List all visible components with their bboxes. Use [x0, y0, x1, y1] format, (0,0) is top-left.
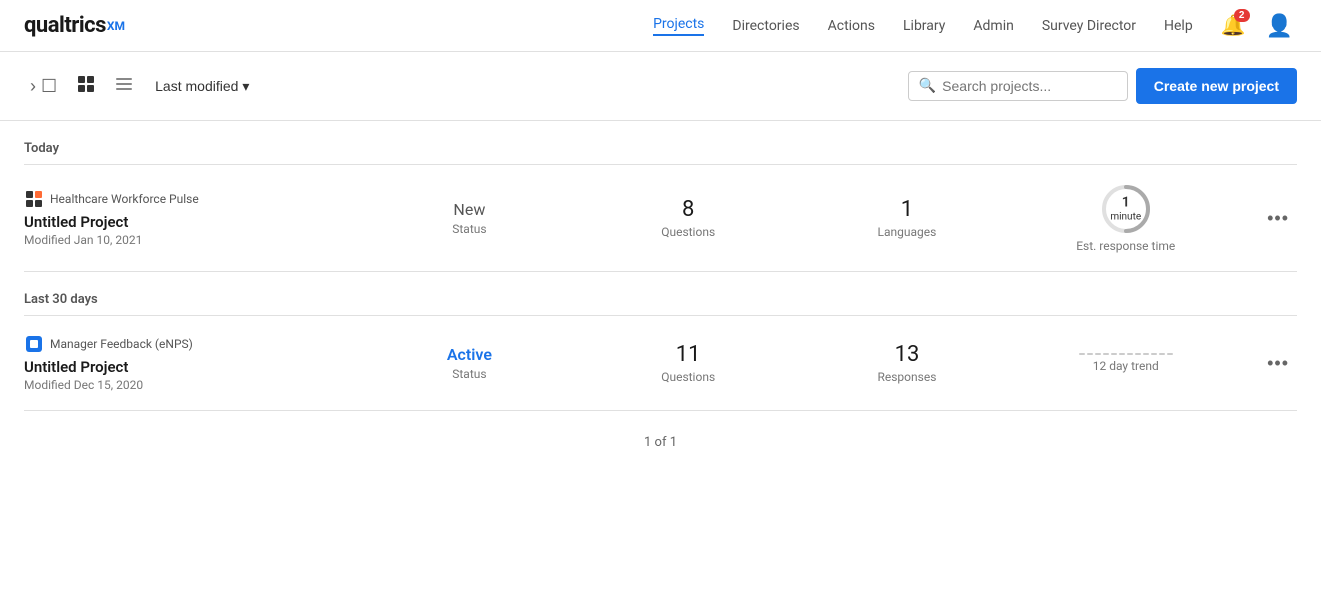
project-type: Healthcare Workforce Pulse [24, 189, 344, 209]
trend-label: 12 day trend [1093, 359, 1159, 373]
section-label: Last 30 days [24, 272, 1297, 315]
response-circle: 1minute [1100, 183, 1152, 235]
sort-label: Last modified [155, 78, 238, 94]
nav-link-library[interactable]: Library [903, 18, 945, 34]
project-type-label: Healthcare Workforce Pulse [50, 192, 199, 206]
search-input[interactable] [942, 78, 1117, 94]
stat-item: New Status [360, 200, 579, 235]
project-stats: Active Status11 Questions13 Responses 12 day… [360, 342, 1235, 384]
avatar-button[interactable]: 👤 [1262, 9, 1297, 43]
section-label: Today [24, 121, 1297, 164]
nav-link-projects[interactable]: Projects [653, 16, 704, 36]
more-options-button[interactable]: ••• [1259, 349, 1297, 378]
project-info: Healthcare Workforce Pulse Untitled Proje… [24, 189, 344, 247]
four-square-icon [24, 189, 44, 209]
list-view-button[interactable] [109, 69, 139, 104]
project-info: Manager Feedback (eNPS) Untitled Project M… [24, 334, 344, 392]
response-time-label: Est. response time [1076, 239, 1175, 253]
trend-dots [1079, 353, 1173, 355]
project-name[interactable]: Untitled Project [24, 213, 344, 231]
project-type: Manager Feedback (eNPS) [24, 334, 344, 354]
search-icon: 🔍 [919, 78, 936, 94]
stat-label: Languages [798, 225, 1017, 239]
notification-badge: 2 [1234, 9, 1250, 22]
main-nav: Projects Directories Actions Library Admin Su… [653, 16, 1193, 36]
stat-item: 11 Questions [579, 342, 798, 384]
sort-dropdown[interactable]: Last modified ▾ [147, 72, 257, 101]
pagination: 1 of 1 [0, 411, 1321, 474]
project-type-label: Manager Feedback (eNPS) [50, 337, 193, 351]
project-stats: New Status8 Questions1 Languages 1minute Est… [360, 183, 1235, 253]
navbar-icons: 🔔 2 👤 [1217, 9, 1297, 43]
create-project-button[interactable]: Create new project [1136, 68, 1297, 104]
project-row: Healthcare Workforce Pulse Untitled Proje… [24, 165, 1297, 272]
stat-label: Responses [798, 370, 1017, 384]
stat-value: 13 [798, 342, 1017, 368]
nav-link-actions[interactable]: Actions [828, 18, 875, 34]
grid-view-button[interactable] [71, 69, 101, 104]
section-last-30-days: Last 30 days Manager Feedback (eNPS) Untit… [24, 272, 1297, 411]
enps-icon [24, 334, 44, 354]
stat-value: 1 [798, 197, 1017, 223]
stat-label: Status [360, 222, 579, 236]
section-today: Today Healthcare Workforce Pulse Untitled … [24, 121, 1297, 272]
expand-button[interactable]: › ☐ [24, 70, 63, 103]
nav-link-survey-director[interactable]: Survey Director [1042, 18, 1136, 34]
logo: qualtricsXM [24, 13, 125, 38]
more-options-button[interactable]: ••• [1259, 204, 1297, 233]
toolbar: › ☐ Last modified ▾ 🔍 Create new project [0, 52, 1321, 121]
stat-label: Questions [579, 225, 798, 239]
project-modified: Modified Jan 10, 2021 [24, 233, 344, 247]
notifications-button[interactable]: 🔔 2 [1217, 9, 1250, 42]
trend-stat: 12 day trend [1016, 353, 1235, 373]
project-row: Manager Feedback (eNPS) Untitled Project M… [24, 316, 1297, 411]
stat-value: 8 [579, 197, 798, 223]
search-box: 🔍 [908, 71, 1128, 101]
stat-item: 1 Languages [798, 197, 1017, 239]
stat-label: Status [360, 367, 579, 381]
project-name[interactable]: Untitled Project [24, 358, 344, 376]
nav-link-admin[interactable]: Admin [973, 18, 1013, 34]
stat-item: 13 Responses [798, 342, 1017, 384]
nav-link-directories[interactable]: Directories [732, 18, 799, 34]
chevron-down-icon: ▾ [242, 78, 249, 95]
stat-value: 11 [579, 342, 798, 368]
stat-item: 8 Questions [579, 197, 798, 239]
logo-text: qualtrics [24, 13, 106, 38]
nav-link-help[interactable]: Help [1164, 18, 1193, 34]
main-content: Today Healthcare Workforce Pulse Untitled … [0, 121, 1321, 411]
stat-value: Active [360, 345, 579, 364]
pagination-label: 1 of 1 [644, 435, 677, 450]
stat-item: Active Status [360, 345, 579, 380]
stat-value: New [360, 200, 579, 219]
response-time-stat: 1minute Est. response time [1016, 183, 1235, 253]
project-modified: Modified Dec 15, 2020 [24, 378, 344, 392]
logo-xm: XM [107, 19, 125, 33]
navbar: qualtricsXM Projects Directories Actions Li… [0, 0, 1321, 52]
stat-label: Questions [579, 370, 798, 384]
